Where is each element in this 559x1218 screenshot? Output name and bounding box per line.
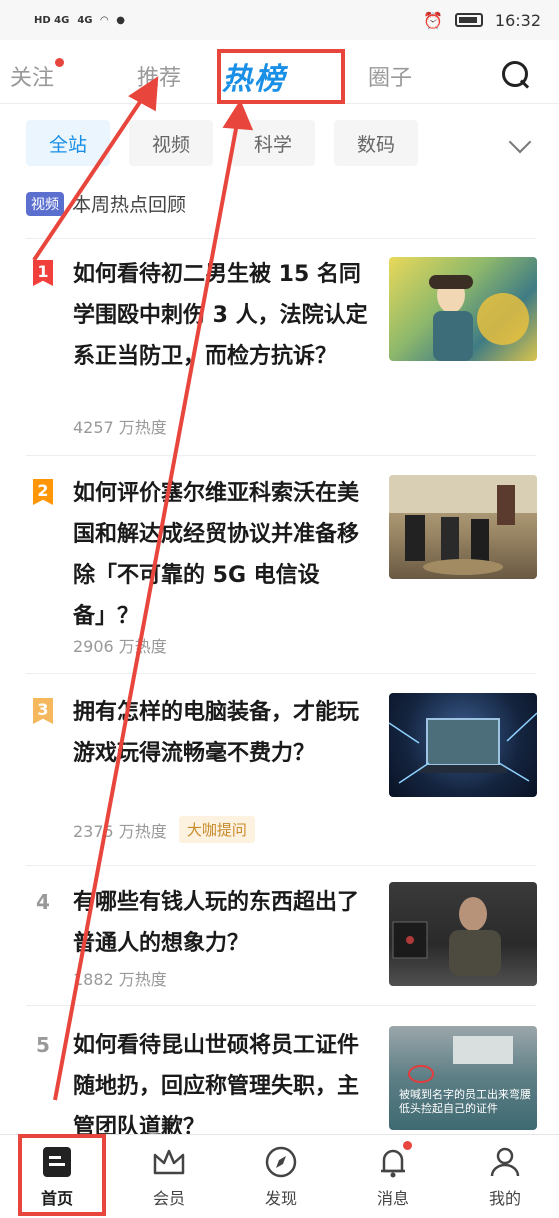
tab-vip[interactable]: 会员 xyxy=(129,1145,209,1209)
chip-all-site[interactable]: 全站 xyxy=(26,120,110,166)
rank-number: 5 xyxy=(36,1033,50,1057)
chip-science[interactable]: 科学 xyxy=(231,120,315,166)
tab-messages-label: 消息 xyxy=(376,1189,409,1208)
bell-icon xyxy=(376,1141,412,1179)
status-time: 16:32 xyxy=(494,10,541,30)
weekly-review[interactable]: 视频 本周热点回顾 xyxy=(26,190,186,217)
home-icon xyxy=(40,1145,74,1179)
item-title[interactable]: 拥有怎样的电脑装备，才能玩游戏玩得流畅毫不费力？ xyxy=(73,692,368,774)
bottom-tab-bar: 首页 会员 发现 消息 我的 xyxy=(0,1134,559,1218)
person-icon xyxy=(488,1145,522,1179)
heat-count: 2906 万热度 xyxy=(73,637,167,656)
expert-question-tag: 大咖提问 xyxy=(178,816,255,843)
status-bar: HD 4G 4G ◠ ● ⏰ 16:32 xyxy=(0,0,559,40)
crown-icon xyxy=(152,1145,186,1179)
chip-digital[interactable]: 数码 xyxy=(334,120,418,166)
filter-chips: 全站 视频 科学 数码 xyxy=(0,120,559,172)
tab-discover[interactable]: 发现 xyxy=(241,1145,321,1209)
thumbnail-figure xyxy=(392,897,501,976)
tab-profile-label: 我的 xyxy=(488,1189,521,1208)
status-right: ⏰ 16:32 xyxy=(423,11,541,30)
divider xyxy=(26,455,536,456)
thumbnail-caption: 被喊到名字的员工出来弯腰低头捡起自己的证件 xyxy=(399,1088,531,1115)
tab-vip-label: 会员 xyxy=(152,1189,185,1208)
tab-recommend[interactable]: 推荐 xyxy=(137,60,181,92)
item-title[interactable]: 如何看待昆山世硕将员工证件随地扔，回应称管理失职，主管团队道歉？ xyxy=(73,1025,368,1148)
tab-home[interactable]: 首页 xyxy=(17,1145,97,1209)
tab-discover-label: 发现 xyxy=(264,1189,297,1208)
divider xyxy=(26,238,536,239)
signal-left-text: HD 4G xyxy=(34,14,70,26)
arrow-to-recommend xyxy=(32,88,150,262)
item-meta: 2375 万热度 大咖提问 xyxy=(73,816,255,843)
alarm-icon: ⏰ xyxy=(422,10,443,30)
video-badge: 视频 xyxy=(26,191,64,216)
chevron-down-icon[interactable] xyxy=(508,130,532,154)
thumbnail-image[interactable]: 被喊到名字的员工出来弯腰低头捡起自己的证件 xyxy=(389,1026,537,1130)
tab-circle[interactable]: 圈子 xyxy=(368,60,412,92)
item-title[interactable]: 如何看待初二男生被 15 名同学围殴中刺伤 3 人，法院认定系正当防卫，而检方抗… xyxy=(73,254,368,377)
thumbnail-figure xyxy=(389,475,537,575)
divider xyxy=(26,1005,536,1006)
tab-hot-list[interactable]: 热榜 xyxy=(222,54,286,98)
thumbnail-image[interactable] xyxy=(389,257,537,361)
wifi-icon: ◠ xyxy=(100,14,109,26)
chat-icon: ● xyxy=(116,14,125,26)
rank-badge: 3 xyxy=(33,698,53,724)
divider xyxy=(26,865,536,866)
tab-home-label: 首页 xyxy=(40,1189,73,1208)
thumbnail-image[interactable] xyxy=(389,693,537,797)
thumbnail-image[interactable] xyxy=(389,475,537,579)
weekly-label: 本周热点回顾 xyxy=(72,194,187,216)
notice-dot xyxy=(55,58,65,67)
rank-badge: 1 xyxy=(33,260,53,286)
signal-right-text: 4G xyxy=(77,14,93,26)
chip-video[interactable]: 视频 xyxy=(129,120,213,166)
thumbnail-figure xyxy=(389,712,537,784)
tab-follow[interactable]: 关注 xyxy=(10,58,65,92)
item-meta: 4257 万热度 xyxy=(73,414,167,438)
notice-dot xyxy=(403,1141,412,1150)
item-meta: 2906 万热度 xyxy=(73,633,167,657)
tab-messages[interactable]: 消息 xyxy=(353,1141,433,1209)
item-title[interactable]: 有哪些有钱人玩的东西超出了普通人的想象力？ xyxy=(73,882,368,964)
signal-group: HD 4G 4G ◠ ● xyxy=(34,15,125,26)
top-nav: 关注 推荐 热榜 圈子 xyxy=(0,40,559,104)
rank-number: 4 xyxy=(36,890,50,914)
compass-icon xyxy=(264,1145,298,1179)
item-title[interactable]: 如何评价塞尔维亚科索沃在美国和解达成经贸协议并准备移除「不可靠的 5G 电信设备… xyxy=(73,473,368,637)
heat-count: 4257 万热度 xyxy=(73,418,167,437)
search-icon[interactable] xyxy=(500,59,530,89)
thumbnail-figure xyxy=(429,275,529,361)
app-screen: HD 4G 4G ◠ ● ⏰ 16:32 关注 推荐 热榜 圈子 全站 视频 科… xyxy=(0,0,559,1218)
item-meta: 1882 万热度 xyxy=(73,966,167,990)
tab-follow-label: 关注 xyxy=(10,66,55,91)
battery-icon xyxy=(454,13,483,27)
divider xyxy=(26,673,536,674)
thumbnail-image[interactable] xyxy=(389,882,537,986)
tab-profile[interactable]: 我的 xyxy=(465,1145,545,1209)
heat-count: 1882 万热度 xyxy=(73,970,167,989)
rank-badge: 2 xyxy=(33,479,53,505)
heat-count: 2375 万热度 xyxy=(73,821,167,841)
